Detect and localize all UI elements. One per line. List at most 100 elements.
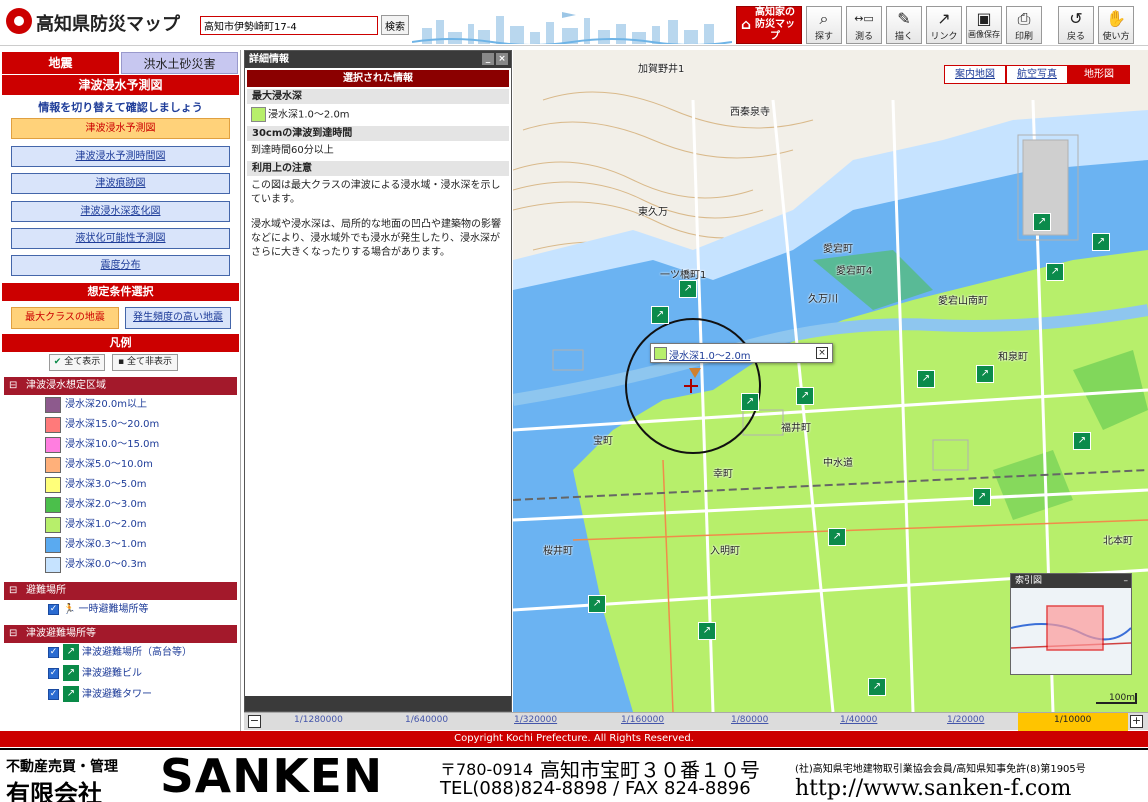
map-label: 一ツ橋町1 [660, 270, 707, 281]
tab-earthquake[interactable]: 地震 [2, 52, 119, 74]
banner-zip: 〒780-0914 [440, 760, 534, 779]
search-button[interactable]: 検索 [381, 15, 409, 35]
swatch [45, 477, 61, 493]
tool-print-button[interactable]: ⎙ 印刷 [1006, 6, 1042, 44]
shelter-pin-icon[interactable]: ↗ [698, 622, 716, 640]
popup-depth-link[interactable]: 浸水深1.0〜2.0m [669, 347, 751, 362]
scale-option[interactable]: 1/20000 [947, 715, 984, 725]
show-all-button[interactable]: ✔ 全て表示 [49, 354, 105, 371]
tab-topographic[interactable]: 地形図 [1068, 65, 1130, 84]
map-button-inundation-time[interactable]: 津波浸水予測時間図 [11, 146, 230, 167]
shelter-pin-icon[interactable]: ↗ [1046, 263, 1064, 281]
map-button-liquefaction[interactable]: 液状化可能性予測図 [11, 228, 230, 249]
map-button-inundation[interactable]: 津波浸水予測図 [11, 118, 230, 139]
map-type-title: 津波浸水予測図 [2, 75, 239, 95]
shelter-pin-icon[interactable]: ↗ [973, 488, 991, 506]
checkbox[interactable]: ✓ [48, 646, 59, 658]
ruler-icon: ↔▭ [854, 12, 874, 25]
swatch [45, 557, 61, 573]
shelter-pin-icon[interactable]: ↗ [651, 306, 669, 324]
map-button-seismic[interactable]: 震度分布 [11, 255, 230, 276]
shelter-pin-icon[interactable]: ↗ [1033, 213, 1051, 231]
scale-option[interactable]: 1/1280000 [294, 715, 343, 725]
legend-group-shelter[interactable]: ⊟ 避難場所 [4, 582, 237, 600]
overview-map[interactable]: 索引図 – [1010, 573, 1132, 675]
detail-panel: 詳細情報 _ × 選択された情報 最大浸水深 浸水深1.0〜2.0m 30cmの… [244, 50, 512, 712]
minimize-icon[interactable]: – [1124, 574, 1129, 588]
notes-heading: 利用上の注意 [247, 160, 509, 176]
zoom-out-button[interactable]: − [248, 715, 261, 728]
bousai-map-button[interactable]: ⌂ 高知家の防災マップ [736, 6, 802, 44]
overview-canvas[interactable] [1010, 588, 1132, 674]
tool-help-button[interactable]: ✋ 使い方 [1098, 6, 1134, 44]
tab-flood[interactable]: 洪水土砂災害 [121, 52, 238, 74]
legend-shelter-building[interactable]: ✓ ↗ 津波避難ビル [48, 665, 142, 683]
arrival-heading: 30cmの津波到達時間 [247, 125, 509, 141]
checkbox[interactable]: ✓ [48, 688, 59, 700]
legend-depth-3: 浸水深3.0〜5.0m [45, 476, 147, 494]
max-depth-value: 浸水深1.0〜2.0m [245, 104, 511, 126]
legend-high-ground[interactable]: ✓ ↗ 津波避難場所（高台等） [48, 644, 192, 662]
map-label: 幸町 [713, 469, 733, 480]
scale-option[interactable]: 1/320000 [514, 715, 557, 725]
minimize-icon[interactable]: _ [482, 53, 494, 65]
condition-max-class-button[interactable]: 最大クラスの地震 [11, 307, 119, 329]
map-label: 東久万 [638, 207, 668, 218]
tool-measure-button[interactable]: ↔▭ 測る [846, 6, 882, 44]
checkbox[interactable]: ✓ [48, 667, 59, 679]
legend-depth-2: 浸水深2.0〜3.0m [45, 496, 147, 514]
tool-search-button[interactable]: ⌕ 探す [806, 6, 842, 44]
banner-url[interactable]: http://www.sanken-f.com [795, 776, 1071, 801]
map-label: 中水道 [823, 458, 853, 469]
shelter-pin-icon[interactable]: ↗ [1092, 233, 1110, 251]
legend-shelter-tower[interactable]: ✓ ↗ 津波避難タワー [48, 686, 152, 704]
shelter-pin-icon[interactable]: ↗ [917, 370, 935, 388]
search-input[interactable] [200, 16, 378, 35]
map-label: 愛宕町 [823, 244, 853, 255]
scale-option[interactable]: 1/80000 [731, 715, 768, 725]
shelter-pin-icon[interactable]: ↗ [828, 528, 846, 546]
shelter-pin-icon[interactable]: ↗ [1073, 432, 1091, 450]
map-label: 愛宕山南町 [938, 296, 988, 307]
zoom-in-button[interactable]: + [1130, 715, 1143, 728]
map-button-traces[interactable]: 津波痕跡図 [11, 173, 230, 194]
map-view[interactable]: 加賀野井1 西秦泉寺 東久万 愛宕町4 愛宕山南町 一ツ橋町1 幸町 中水道 和… [513, 50, 1148, 712]
popup-close-icon[interactable]: × [816, 347, 828, 359]
shelter-pin-icon[interactable]: ↗ [976, 365, 994, 383]
shelter-pin-icon[interactable]: ↗ [679, 280, 697, 298]
hide-all-button[interactable]: ▪ 全て非表示 [112, 354, 178, 371]
tab-aerial-photo[interactable]: 航空写真 [1006, 65, 1068, 84]
app-title: 高知県防災マップ [36, 14, 180, 35]
legend-group-area[interactable]: ⊟ 津波浸水想定区域 [4, 377, 237, 395]
link-icon: ↗ [937, 9, 951, 28]
tool-back-button[interactable]: ↺ 戻る [1058, 6, 1094, 44]
tool-link-button[interactable]: ↗ リンク [926, 6, 962, 44]
legend-depth-5: 浸水深5.0〜10.0m [45, 456, 153, 474]
shelter-pin-icon[interactable]: ↗ [741, 393, 759, 411]
depth-swatch [654, 347, 667, 360]
shelter-pin-icon[interactable]: ↗ [588, 595, 606, 613]
banner-brand: SANKEN [160, 749, 384, 802]
scale-option-active[interactable]: 1/10000 [1054, 715, 1091, 725]
checkbox[interactable]: ✓ [48, 603, 59, 615]
tool-draw-button[interactable]: ✎ 描く [886, 6, 922, 44]
tool-image-save-button[interactable]: ▣ 画像保存 [966, 6, 1002, 44]
condition-frequent-button[interactable]: 発生頻度の高い地震 [125, 307, 231, 329]
scale-option[interactable]: 1/40000 [840, 715, 877, 725]
legend-group-tsunami-shelter[interactable]: ⊟ 津波避難場所等 [4, 625, 237, 643]
swatch [45, 517, 61, 533]
shelter-pin-icon[interactable]: ↗ [796, 387, 814, 405]
info-popup[interactable]: 浸水深1.0〜2.0m × [650, 343, 833, 363]
close-icon[interactable]: × [496, 53, 508, 65]
swatch [45, 497, 61, 513]
scale-option[interactable]: 1/640000 [405, 715, 448, 725]
scale-option[interactable]: 1/160000 [621, 715, 664, 725]
map-button-depth-change[interactable]: 津波浸水深変化図 [11, 201, 230, 222]
house-icon: ⌂ [740, 17, 752, 33]
map-label: 和泉町 [998, 352, 1028, 363]
tree-minus-icon: ⊟ [9, 380, 18, 391]
tab-guide-map[interactable]: 案内地図 [944, 65, 1006, 84]
legend-temp-shelter[interactable]: ✓ 🏃 一時避難場所等 [48, 601, 148, 619]
map-label: 桜井町 [543, 546, 573, 557]
shelter-pin-icon[interactable]: ↗ [868, 678, 886, 696]
